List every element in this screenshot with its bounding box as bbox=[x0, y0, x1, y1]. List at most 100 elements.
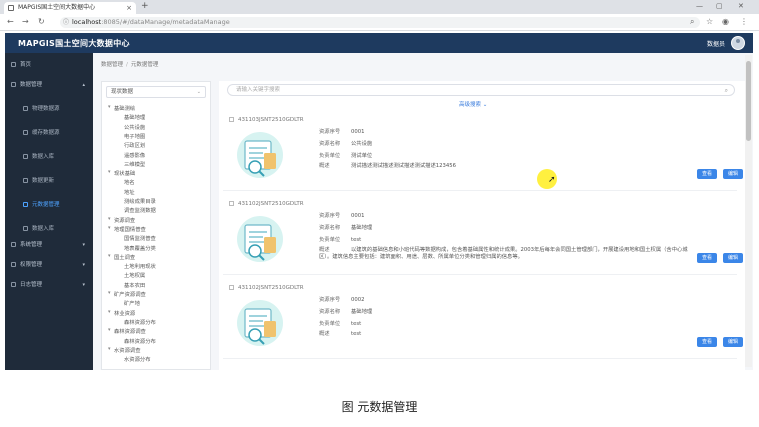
tree-node[interactable]: 行政区划 bbox=[124, 141, 145, 149]
sidebar-item-data-import[interactable]: 数据入库 bbox=[5, 151, 93, 163]
document-icon bbox=[23, 202, 28, 207]
record-name: 资源名称 基础地理 bbox=[319, 225, 373, 231]
record-code: 资源序号 0002 bbox=[319, 297, 365, 303]
app-title: MAPGIS国土空间大数据中心 bbox=[18, 39, 130, 48]
url-field[interactable]: ⓘ localhost:8085/#/dataManage/metadataMa… bbox=[60, 17, 700, 28]
tree-node[interactable]: 土地利用现状 bbox=[124, 262, 156, 270]
tree-node[interactable]: 水资源调查 bbox=[108, 346, 140, 354]
tree-node[interactable]: 国土调查 bbox=[108, 253, 135, 261]
lock-icon bbox=[11, 262, 16, 267]
document-search-illustration bbox=[231, 295, 289, 347]
advanced-search-link[interactable]: 高级搜索 ⌄ bbox=[459, 100, 487, 108]
search-input[interactable]: 请输入关键字搜索 ⌕ bbox=[227, 84, 735, 96]
tree-node[interactable]: 调查监测数据 bbox=[124, 206, 156, 214]
tree-node[interactable]: 基础测绘 bbox=[108, 104, 135, 112]
url-path: :8085/#/dataManage/metadataManage bbox=[101, 18, 230, 26]
maximize-icon[interactable]: ▢ bbox=[716, 2, 723, 10]
sidebar-item-permission[interactable]: 权限管理 ▾ bbox=[5, 259, 93, 271]
tree-node[interactable]: 森林资源调查 bbox=[108, 327, 146, 335]
bookmark-star-icon[interactable]: ☆ bbox=[706, 17, 713, 26]
record-checkbox[interactable] bbox=[229, 117, 234, 122]
sidebar-item-data-update[interactable]: 数据更新 bbox=[5, 175, 93, 187]
tree-node[interactable]: 电子地图 bbox=[124, 132, 145, 140]
sidebar-item-metadata[interactable]: 元数据管理 bbox=[5, 199, 93, 211]
tree-node[interactable]: 地名 bbox=[124, 178, 135, 186]
tree-node[interactable]: 矿产资源调查 bbox=[108, 290, 146, 298]
browser-tab-strip: MAPGIS国土空间大数据中心 × + — ▢ ✕ bbox=[0, 0, 759, 14]
tree-node[interactable]: 森林资源分布 bbox=[124, 337, 156, 345]
sidebar-item-physical-source[interactable]: 物理数据源 bbox=[5, 103, 93, 115]
info-icon: ⓘ bbox=[63, 19, 70, 26]
tree-node[interactable]: 矿产地 bbox=[124, 299, 140, 307]
edit-button[interactable]: 编辑 bbox=[723, 169, 743, 179]
tree-node[interactable]: 三维模型 bbox=[124, 160, 145, 168]
reload-icon[interactable]: ↻ bbox=[38, 17, 45, 26]
tree-node[interactable]: 现状基础 bbox=[108, 169, 135, 177]
scrollbar-thumb[interactable] bbox=[746, 61, 751, 141]
tree-node[interactable]: 测绘成果目录 bbox=[124, 197, 156, 205]
minimize-icon[interactable]: — bbox=[696, 2, 703, 10]
record-code: 资源序号 0001 bbox=[319, 213, 365, 219]
new-tab-icon[interactable]: + bbox=[141, 1, 149, 11]
record-unit: 负责单位 测试单位 bbox=[319, 153, 373, 159]
browser-tab[interactable]: MAPGIS国土空间大数据中心 × bbox=[4, 2, 136, 14]
view-button[interactable]: 查看 bbox=[697, 169, 717, 179]
record-card: 431103JSNT2510GDLTR 资源序号 0001 资源名称 公共设施 负责… bbox=[223, 113, 743, 191]
tree-node[interactable]: 国情监测普查 bbox=[124, 234, 156, 242]
record-checkbox[interactable] bbox=[229, 285, 234, 290]
close-icon[interactable]: × bbox=[126, 2, 132, 14]
edit-button[interactable]: 编辑 bbox=[723, 337, 743, 347]
tree-node[interactable]: 公共设施 bbox=[124, 123, 145, 131]
database-icon bbox=[11, 82, 16, 87]
sidebar-item-cache-source[interactable]: 缓存数据源 bbox=[5, 127, 93, 139]
sidebar-item-home[interactable]: 首页 bbox=[5, 59, 93, 71]
browser-tab-title: MAPGIS国土空间大数据中心 bbox=[18, 4, 96, 11]
more-menu-icon[interactable]: ⋮ bbox=[740, 17, 748, 26]
import-icon bbox=[23, 154, 28, 159]
record-unit: 负责单位 test bbox=[319, 321, 362, 327]
update-icon bbox=[23, 178, 28, 183]
tree-node[interactable]: 森林资源分布 bbox=[124, 318, 156, 326]
record-checkbox[interactable] bbox=[229, 201, 234, 206]
profile-icon[interactable]: ◉ bbox=[722, 17, 729, 26]
breadcrumb-current: 元数据管理 bbox=[130, 62, 159, 68]
tree-node[interactable]: 地表覆盖分类 bbox=[124, 244, 156, 252]
record-code: 资源序号 0001 bbox=[319, 129, 365, 135]
tree-node[interactable]: 地理国情普查 bbox=[108, 225, 146, 233]
avatar[interactable] bbox=[731, 36, 745, 50]
view-button[interactable]: 查看 bbox=[697, 337, 717, 347]
tree-node[interactable]: 地址 bbox=[124, 188, 135, 196]
record-description: 概述 测试描述测试描述测试描述测试描述123456 bbox=[319, 163, 456, 169]
sidebar-item-log[interactable]: 日志管理 ▾ bbox=[5, 279, 93, 291]
search-icon[interactable]: ⌕ bbox=[725, 85, 728, 96]
tree-node[interactable]: 基础地理 bbox=[124, 113, 145, 121]
sidebar-item-data-entry[interactable]: 数据入库 bbox=[5, 223, 93, 235]
back-icon[interactable]: ← bbox=[7, 17, 14, 26]
sidebar-item-data-manage[interactable]: 数据管理 ▴ bbox=[5, 79, 93, 91]
tree-node[interactable]: 林业资源 bbox=[108, 309, 135, 317]
tree-node[interactable]: 土地权属 bbox=[124, 271, 145, 279]
tree-node[interactable]: 资源调查 bbox=[108, 216, 135, 224]
user-name[interactable]: 数据员 bbox=[707, 39, 725, 48]
sidebar-item-system[interactable]: 系统管理 ▾ bbox=[5, 239, 93, 251]
record-id: 431102JSNT2510GDLTR bbox=[229, 285, 304, 291]
chevron-down-icon: ▾ bbox=[82, 242, 85, 248]
catalog-select[interactable]: 现状数据 ⌄ bbox=[106, 86, 206, 98]
window-close-icon[interactable]: ✕ bbox=[738, 2, 744, 10]
record-id: 431102JSNT2510GDLTR bbox=[229, 201, 304, 207]
cache-icon bbox=[23, 130, 28, 135]
view-button[interactable]: 查看 bbox=[697, 253, 717, 263]
address-bar: ← → ↻ ⓘ localhost:8085/#/dataManage/meta… bbox=[0, 14, 759, 31]
entry-icon bbox=[23, 226, 28, 231]
tree-node[interactable]: 水资源分布 bbox=[124, 355, 151, 363]
zoom-icon[interactable]: ⌕ bbox=[690, 17, 694, 27]
breadcrumb-parent[interactable]: 数据管理 bbox=[101, 62, 123, 68]
page-scrollbar[interactable] bbox=[745, 55, 752, 367]
tree-node[interactable]: 基本农田 bbox=[124, 281, 145, 289]
home-icon bbox=[11, 62, 16, 67]
server-icon bbox=[23, 106, 28, 111]
tree-node[interactable]: 遥感影像 bbox=[124, 151, 145, 159]
forward-icon[interactable]: → bbox=[22, 17, 29, 26]
page-icon bbox=[8, 5, 14, 11]
edit-button[interactable]: 编辑 bbox=[723, 253, 743, 263]
